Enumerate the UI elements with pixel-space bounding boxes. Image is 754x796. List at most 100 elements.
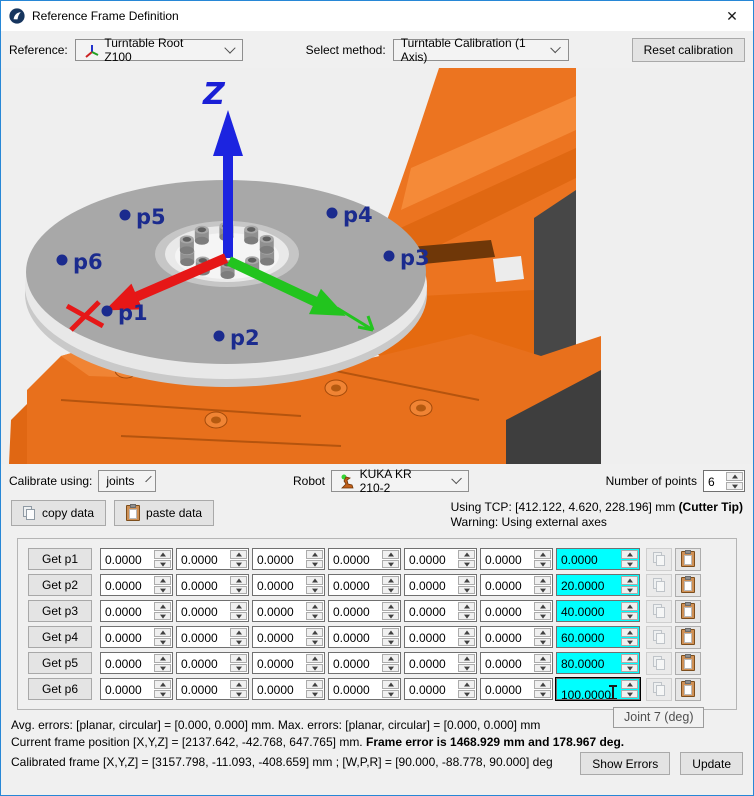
joint-value-spinbox[interactable]: 0.0000 bbox=[328, 600, 401, 622]
joint-value-spinbox[interactable]: 0.0000 bbox=[404, 652, 477, 674]
joint-value-spinbox[interactable]: 0.0000 bbox=[404, 574, 477, 596]
spinbox-stepper[interactable] bbox=[229, 653, 248, 673]
spinbox-stepper[interactable] bbox=[229, 601, 248, 621]
row-paste-button[interactable] bbox=[675, 652, 701, 675]
row-copy-button[interactable] bbox=[646, 678, 672, 701]
joint-value-spinbox[interactable]: 0.0000 bbox=[480, 574, 553, 596]
get-point-button[interactable]: Get p6 bbox=[28, 678, 92, 700]
joint-value-spinbox[interactable]: 0.0000 bbox=[176, 574, 249, 596]
spinbox-stepper[interactable] bbox=[620, 601, 639, 621]
reference-combobox[interactable]: Turntable Root Z100 bbox=[75, 39, 243, 61]
joint-value-spinbox[interactable]: 0.0000 bbox=[100, 548, 173, 570]
method-combobox[interactable]: Turntable Calibration (1 Axis) bbox=[393, 39, 569, 61]
spinbox-stepper[interactable] bbox=[305, 653, 324, 673]
joint-value-spinbox[interactable]: 0.0000 bbox=[404, 626, 477, 648]
joint-value-spinbox[interactable]: 0.0000 bbox=[100, 574, 173, 596]
spinbox-stepper[interactable] bbox=[533, 679, 552, 699]
spinbox-stepper[interactable] bbox=[305, 575, 324, 595]
spinbox-stepper[interactable] bbox=[381, 653, 400, 673]
joint-value-spinbox[interactable]: 0.0000 bbox=[252, 678, 325, 700]
joint-value-spinbox[interactable]: 0.0000 bbox=[328, 548, 401, 570]
joint-value-spinbox[interactable]: 0.0000 bbox=[328, 652, 401, 674]
copy-data-button[interactable]: copy data bbox=[11, 500, 106, 526]
spinbox-stepper[interactable] bbox=[305, 627, 324, 647]
joint-value-spinbox[interactable]: 0.0000 bbox=[404, 600, 477, 622]
show-errors-button[interactable]: Show Errors bbox=[580, 752, 670, 775]
spinbox-stepper[interactable] bbox=[457, 549, 476, 569]
spinbox-stepper[interactable] bbox=[457, 653, 476, 673]
spinbox-stepper[interactable] bbox=[381, 575, 400, 595]
spinbox-stepper[interactable] bbox=[153, 627, 172, 647]
joint-value-spinbox[interactable]: 0.0000 bbox=[556, 548, 640, 570]
spinbox-stepper[interactable] bbox=[381, 627, 400, 647]
get-point-button[interactable]: Get p2 bbox=[28, 574, 92, 596]
spinbox-stepper[interactable] bbox=[229, 627, 248, 647]
spinbox-stepper[interactable] bbox=[229, 549, 248, 569]
close-icon[interactable]: ✕ bbox=[717, 2, 747, 30]
joint-value-spinbox[interactable]: 0.0000 bbox=[176, 678, 249, 700]
spinbox-stepper[interactable] bbox=[381, 549, 400, 569]
joint-value-spinbox[interactable]: 60.0000 bbox=[556, 626, 640, 648]
joint-value-spinbox[interactable]: 0.0000 bbox=[480, 626, 553, 648]
spinbox-stepper[interactable] bbox=[153, 601, 172, 621]
spinbox-stepper[interactable] bbox=[533, 627, 552, 647]
spinbox-stepper[interactable] bbox=[533, 549, 552, 569]
spinbox-stepper[interactable] bbox=[620, 627, 639, 647]
row-copy-button[interactable] bbox=[646, 652, 672, 675]
joint-value-spinbox[interactable]: 0.0000 bbox=[176, 548, 249, 570]
joint-value-spinbox[interactable]: 0.0000 bbox=[404, 678, 477, 700]
joint-value-spinbox[interactable]: 0.0000 bbox=[100, 600, 173, 622]
row-paste-button[interactable] bbox=[675, 574, 701, 597]
spinbox-stepper[interactable] bbox=[229, 575, 248, 595]
joint-value-spinbox[interactable]: 0.0000 bbox=[252, 574, 325, 596]
update-button[interactable]: Update bbox=[680, 752, 743, 775]
row-copy-button[interactable] bbox=[646, 600, 672, 623]
joint-value-spinbox[interactable]: 20.0000 bbox=[556, 574, 640, 596]
joint-value-spinbox[interactable]: 0.0000 bbox=[100, 626, 173, 648]
row-copy-button[interactable] bbox=[646, 626, 672, 649]
joint-value-spinbox[interactable]: 0.0000 bbox=[176, 652, 249, 674]
joint-value-spinbox[interactable]: 0.0000 bbox=[480, 652, 553, 674]
spinbox-stepper[interactable] bbox=[153, 549, 172, 569]
spinbox-stepper[interactable] bbox=[381, 601, 400, 621]
spinbox-stepper[interactable] bbox=[620, 653, 639, 673]
spinbox-stepper[interactable] bbox=[725, 471, 744, 491]
spinbox-stepper[interactable] bbox=[457, 601, 476, 621]
joint-value-spinbox[interactable]: 80.0000 bbox=[556, 652, 640, 674]
spinbox-stepper[interactable] bbox=[305, 549, 324, 569]
spinbox-stepper[interactable] bbox=[620, 549, 639, 569]
spinbox-stepper[interactable] bbox=[229, 679, 248, 699]
spinbox-stepper[interactable] bbox=[533, 575, 552, 595]
spinbox-stepper[interactable] bbox=[153, 575, 172, 595]
joint-value-spinbox[interactable]: 0.0000 bbox=[252, 652, 325, 674]
spinbox-stepper[interactable] bbox=[457, 679, 476, 699]
joint-value-spinbox[interactable]: 0.0000 bbox=[328, 678, 401, 700]
row-paste-button[interactable] bbox=[675, 678, 701, 701]
row-copy-button[interactable] bbox=[646, 548, 672, 571]
spinbox-stepper[interactable] bbox=[457, 627, 476, 647]
joint-value-spinbox[interactable]: 0.0000 bbox=[252, 548, 325, 570]
get-point-button[interactable]: Get p1 bbox=[28, 548, 92, 570]
joint-value-spinbox[interactable]: 0.0000 bbox=[252, 626, 325, 648]
joint-value-spinbox[interactable]: 0.0000 bbox=[328, 626, 401, 648]
joint-value-spinbox[interactable]: 0.0000 bbox=[480, 678, 553, 700]
viewport-3d[interactable]: Z p1p2p3p4p5p6 bbox=[1, 68, 753, 464]
spinbox-stepper[interactable] bbox=[305, 601, 324, 621]
spinbox-stepper[interactable] bbox=[153, 679, 172, 699]
spinbox-stepper[interactable] bbox=[153, 653, 172, 673]
joint-value-spinbox[interactable]: 0.0000 bbox=[100, 678, 173, 700]
spinbox-stepper[interactable] bbox=[533, 653, 552, 673]
spinbox-stepper[interactable] bbox=[381, 679, 400, 699]
joint-value-spinbox[interactable]: 100.0000 bbox=[556, 678, 640, 700]
joint-value-spinbox[interactable]: 40.0000 bbox=[556, 600, 640, 622]
spinbox-stepper[interactable] bbox=[620, 679, 639, 699]
get-point-button[interactable]: Get p3 bbox=[28, 600, 92, 622]
joint-value-spinbox[interactable]: 0.0000 bbox=[100, 652, 173, 674]
row-copy-button[interactable] bbox=[646, 574, 672, 597]
calibrate-using-combobox[interactable]: joints bbox=[98, 470, 156, 492]
joint-value-spinbox[interactable]: 0.0000 bbox=[328, 574, 401, 596]
paste-data-button[interactable]: paste data bbox=[114, 500, 214, 526]
robot-combobox[interactable]: KUKA KR 210-2 bbox=[331, 470, 469, 492]
reset-calibration-button[interactable]: Reset calibration bbox=[632, 38, 745, 62]
get-point-button[interactable]: Get p5 bbox=[28, 652, 92, 674]
